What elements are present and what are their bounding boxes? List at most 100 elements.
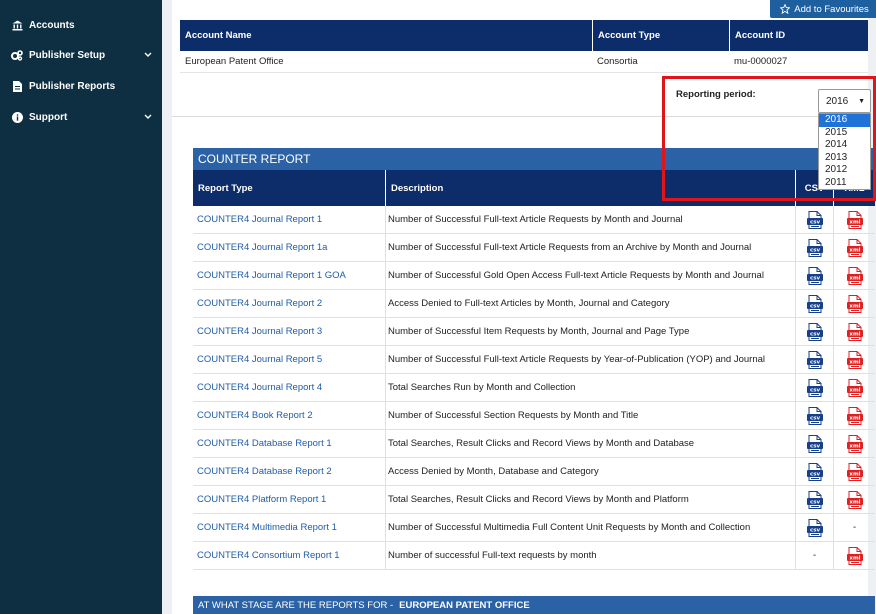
report-link[interactable]: COUNTER4 Journal Report 1 — [197, 206, 385, 233]
col-account-name: Account Name — [185, 30, 252, 41]
col-report-type: Report Type — [198, 182, 253, 194]
svg-text:csv: csv — [809, 359, 820, 365]
svg-text:xml: xml — [849, 303, 860, 309]
csv-download-icon[interactable]: csv — [806, 322, 823, 341]
report-link[interactable]: COUNTER4 Journal Report 5 — [197, 346, 385, 373]
xml-download-icon[interactable]: xml — [846, 350, 863, 369]
xml-download-icon[interactable]: xml — [846, 266, 863, 285]
xml-download-icon[interactable]: xml — [846, 546, 863, 565]
add-to-favourites-button[interactable]: Add to Favourites — [770, 0, 876, 18]
csv-download-icon[interactable]: csv — [806, 238, 823, 257]
period-option[interactable]: 2016 — [819, 114, 870, 127]
csv-cell: csv — [795, 318, 833, 345]
report-description: Number of Successful Full-text Article R… — [385, 234, 795, 261]
unavailable-mark: - — [852, 522, 857, 533]
account-table-header: Account Name Account Type Account ID — [180, 20, 868, 51]
report-link[interactable]: COUNTER4 Book Report 2 — [197, 402, 385, 429]
csv-download-icon[interactable]: csv — [806, 350, 823, 369]
report-link[interactable]: COUNTER4 Database Report 2 — [197, 458, 385, 485]
csv-download-icon[interactable]: csv — [806, 434, 823, 453]
report-description: Number of Successful Section Requests by… — [385, 402, 795, 429]
report-description: Number of Successful Multimedia Full Con… — [385, 514, 795, 541]
xml-download-icon[interactable]: xml — [846, 378, 863, 397]
xml-cell: xml — [833, 206, 875, 233]
svg-text:csv: csv — [809, 527, 820, 533]
svg-text:xml: xml — [849, 499, 860, 505]
xml-download-icon[interactable]: xml — [846, 238, 863, 257]
reporting-period-label: Reporting period: — [676, 89, 756, 100]
file-icon — [10, 80, 24, 92]
csv-cell: csv — [795, 458, 833, 485]
svg-text:csv: csv — [809, 331, 820, 337]
xml-cell: xml — [833, 458, 875, 485]
csv-download-icon[interactable]: csv — [806, 210, 823, 229]
account-name: European Patent Office — [185, 56, 284, 67]
sidebar-item-support[interactable]: Support — [0, 105, 162, 129]
xml-download-icon[interactable]: xml — [846, 294, 863, 313]
xml-cell: xml — [833, 290, 875, 317]
table-row: COUNTER4 Consortium Report 1 Number of su… — [193, 542, 875, 570]
stage-bar-org: EUROPEAN PATENT OFFICE — [399, 599, 530, 611]
svg-text:xml: xml — [849, 219, 860, 225]
csv-download-icon[interactable]: csv — [806, 518, 823, 537]
table-row: COUNTER4 Journal Report 2 Access Denied t… — [193, 290, 875, 318]
report-description: Total Searches Run by Month and Collecti… — [385, 374, 795, 401]
xml-download-icon[interactable]: xml — [846, 322, 863, 341]
report-link[interactable]: COUNTER4 Journal Report 1 GOA — [197, 262, 385, 289]
report-link[interactable]: COUNTER4 Consortium Report 1 — [197, 542, 385, 569]
dropdown-arrow-icon: ▼ — [858, 98, 865, 105]
csv-download-icon[interactable]: csv — [806, 462, 823, 481]
xml-cell: - — [833, 514, 875, 541]
report-link[interactable]: COUNTER4 Database Report 1 — [197, 430, 385, 457]
period-option[interactable]: 2012 — [819, 164, 870, 177]
csv-download-icon[interactable]: csv — [806, 266, 823, 285]
csv-cell: csv — [795, 206, 833, 233]
svg-text:xml: xml — [849, 443, 860, 449]
period-option[interactable]: 2014 — [819, 139, 870, 152]
sidebar-item-publisher-setup[interactable]: Publisher Setup — [0, 43, 162, 67]
period-option[interactable]: 2011 — [819, 177, 870, 190]
sidebar-item-accounts[interactable]: Accounts — [0, 13, 162, 37]
xml-download-icon[interactable]: xml — [846, 406, 863, 425]
svg-text:csv: csv — [809, 471, 820, 477]
stage-bar-prefix: AT WHAT STAGE ARE THE REPORTS FOR - — [198, 599, 394, 611]
chevron-down-icon — [144, 112, 152, 123]
csv-download-icon[interactable]: csv — [806, 294, 823, 313]
report-link[interactable]: COUNTER4 Journal Report 1a — [197, 234, 385, 261]
table-row: COUNTER4 Journal Report 5 Number of Succe… — [193, 346, 875, 374]
svg-text:csv: csv — [809, 275, 820, 281]
svg-text:xml: xml — [849, 359, 860, 365]
table-row: COUNTER4 Platform Report 1 Total Searches… — [193, 486, 875, 514]
report-link[interactable]: COUNTER4 Multimedia Report 1 — [197, 514, 385, 541]
xml-download-icon[interactable]: xml — [846, 210, 863, 229]
account-row: European Patent Office Consortia mu-0000… — [180, 51, 868, 73]
csv-download-icon[interactable]: csv — [806, 378, 823, 397]
xml-download-icon[interactable]: xml — [846, 434, 863, 453]
csv-cell: csv — [795, 430, 833, 457]
svg-text:xml: xml — [849, 387, 860, 393]
svg-text:xml: xml — [849, 331, 860, 337]
report-description: Access Denied by Month, Database and Cat… — [385, 458, 795, 485]
reporting-period-select[interactable]: 2016 ▼ — [818, 89, 871, 113]
report-description: Number of Successful Full-text Article R… — [385, 346, 795, 373]
sidebar: Accounts Publisher Setup Publisher Repor… — [0, 0, 162, 614]
report-description: Number of Successful Gold Open Access Fu… — [385, 262, 795, 289]
report-link[interactable]: COUNTER4 Journal Report 4 — [197, 374, 385, 401]
report-link[interactable]: COUNTER4 Journal Report 2 — [197, 290, 385, 317]
sidebar-item-label: Publisher Reports — [29, 80, 116, 92]
xml-download-icon[interactable]: xml — [846, 462, 863, 481]
table-row: COUNTER4 Journal Report 3 Number of Succe… — [193, 318, 875, 346]
csv-download-icon[interactable]: csv — [806, 490, 823, 509]
favourites-label: Add to Favourites — [794, 3, 869, 15]
period-option[interactable]: 2015 — [819, 127, 870, 140]
xml-cell: xml — [833, 402, 875, 429]
xml-cell: xml — [833, 262, 875, 289]
period-option[interactable]: 2013 — [819, 152, 870, 165]
sidebar-item-publisher-reports[interactable]: Publisher Reports — [0, 74, 162, 98]
report-link[interactable]: COUNTER4 Platform Report 1 — [197, 486, 385, 513]
svg-text:csv: csv — [809, 219, 820, 225]
reporting-period-value: 2016 — [826, 95, 849, 107]
report-link[interactable]: COUNTER4 Journal Report 3 — [197, 318, 385, 345]
xml-download-icon[interactable]: xml — [846, 490, 863, 509]
csv-download-icon[interactable]: csv — [806, 406, 823, 425]
